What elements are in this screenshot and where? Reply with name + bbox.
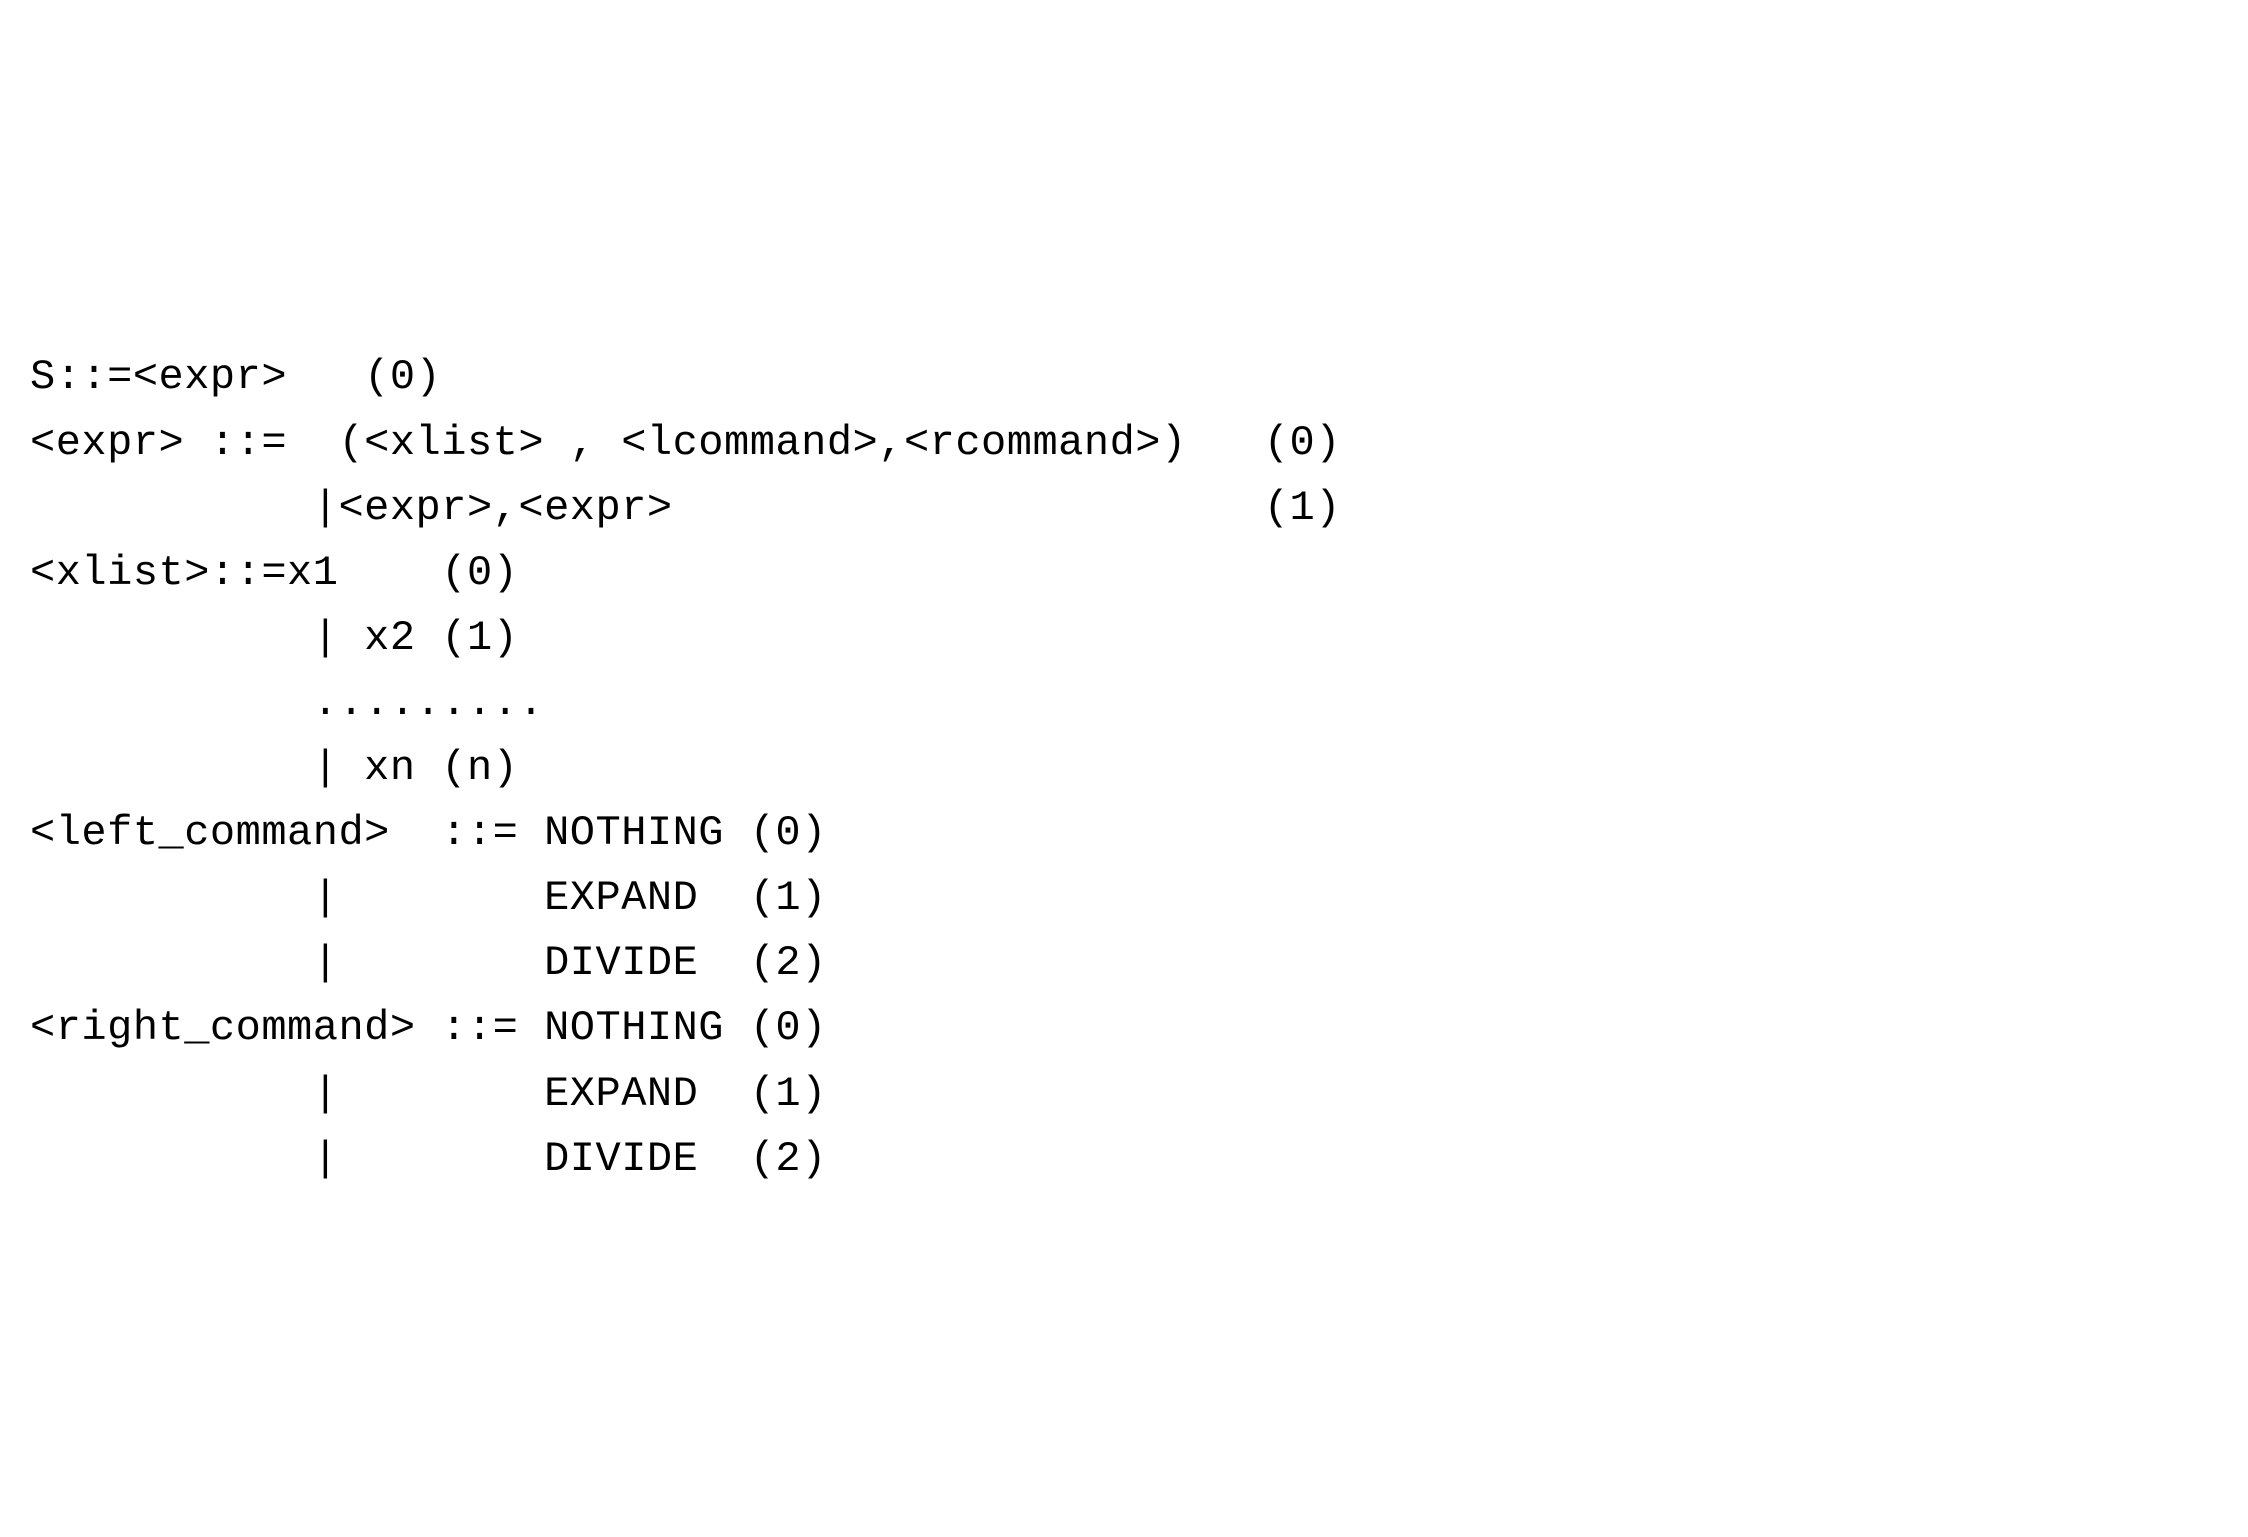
grammar-line: | xn (n) xyxy=(30,744,518,792)
grammar-bnf-block: S::=<expr> (0) <expr> ::= (<xlist> , <lc… xyxy=(30,280,2218,1191)
grammar-line: |<expr>,<expr> (1) xyxy=(30,484,1341,532)
grammar-line: | x2 (1) xyxy=(30,614,518,662)
grammar-line: <xlist>::=x1 (0) xyxy=(30,549,518,597)
grammar-line: | EXPAND (1) xyxy=(30,1070,827,1118)
grammar-line: <right_command> ::= NOTHING (0) xyxy=(30,1004,827,1052)
grammar-line: ......... xyxy=(30,679,544,727)
grammar-line: <expr> ::= (<xlist> , <lcommand>,<rcomma… xyxy=(30,419,1341,467)
grammar-line: | DIVIDE (2) xyxy=(30,939,827,987)
grammar-line: | EXPAND (1) xyxy=(30,874,827,922)
grammar-line: | DIVIDE (2) xyxy=(30,1135,827,1183)
grammar-line: <left_command> ::= NOTHING (0) xyxy=(30,809,827,857)
grammar-line: S::=<expr> (0) xyxy=(30,353,441,401)
